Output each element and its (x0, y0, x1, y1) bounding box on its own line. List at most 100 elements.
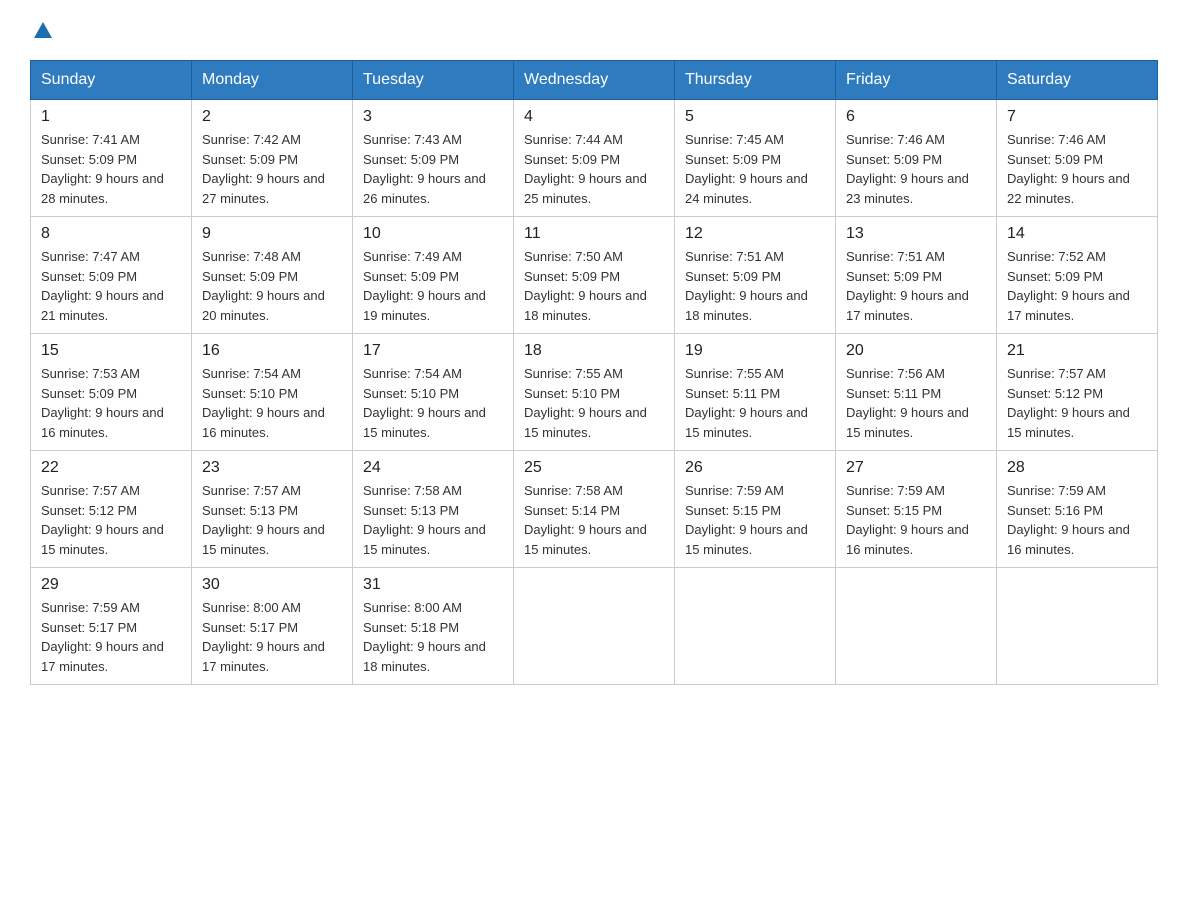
calendar-cell: 11 Sunrise: 7:50 AMSunset: 5:09 PMDayligh… (514, 217, 675, 334)
calendar-cell (675, 568, 836, 685)
calendar-header-wednesday: Wednesday (514, 61, 675, 100)
calendar-cell: 2 Sunrise: 7:42 AMSunset: 5:09 PMDaylight… (192, 100, 353, 217)
calendar-cell: 25 Sunrise: 7:58 AMSunset: 5:14 PMDayligh… (514, 451, 675, 568)
calendar-cell: 5Sunrise: 7:45 AMSunset: 5:09 PMDaylight… (675, 100, 836, 217)
day-number: 1 (41, 108, 181, 126)
day-info: Sunrise: 7:50 AMSunset: 5:09 PMDaylight:… (524, 247, 664, 325)
calendar-cell: 19 Sunrise: 7:55 AMSunset: 5:11 PMDayligh… (675, 334, 836, 451)
calendar-cell: 22 Sunrise: 7:57 AMSunset: 5:12 PMDayligh… (31, 451, 192, 568)
day-info: Sunrise: 7:43 AMSunset: 5:09 PMDaylight:… (363, 130, 503, 208)
day-number: 10 (363, 225, 503, 243)
calendar-cell (836, 568, 997, 685)
calendar-cell: 16 Sunrise: 7:54 AMSunset: 5:10 PMDayligh… (192, 334, 353, 451)
calendar-week-row: 8Sunrise: 7:47 AMSunset: 5:09 PMDaylight… (31, 217, 1158, 334)
day-info: Sunrise: 8:00 AMSunset: 5:18 PMDaylight:… (363, 598, 503, 676)
calendar-cell: 14 Sunrise: 7:52 AMSunset: 5:09 PMDayligh… (997, 217, 1158, 334)
calendar-cell: 3 Sunrise: 7:43 AMSunset: 5:09 PMDaylight… (353, 100, 514, 217)
day-info: Sunrise: 7:58 AMSunset: 5:14 PMDaylight:… (524, 481, 664, 559)
day-number: 25 (524, 459, 664, 477)
day-info: Sunrise: 7:54 AMSunset: 5:10 PMDaylight:… (202, 364, 342, 442)
calendar-cell: 4Sunrise: 7:44 AMSunset: 5:09 PMDaylight… (514, 100, 675, 217)
calendar-header-monday: Monday (192, 61, 353, 100)
day-info: Sunrise: 7:58 AMSunset: 5:13 PMDaylight:… (363, 481, 503, 559)
day-number: 12 (685, 225, 825, 243)
day-number: 5 (685, 108, 825, 126)
calendar-header-thursday: Thursday (675, 61, 836, 100)
day-number: 9 (202, 225, 342, 243)
day-info: Sunrise: 7:54 AMSunset: 5:10 PMDaylight:… (363, 364, 503, 442)
day-number: 31 (363, 576, 503, 594)
calendar-cell: 21 Sunrise: 7:57 AMSunset: 5:12 PMDayligh… (997, 334, 1158, 451)
calendar-cell: 12 Sunrise: 7:51 AMSunset: 5:09 PMDayligh… (675, 217, 836, 334)
calendar-header-row: SundayMondayTuesdayWednesdayThursdayFrid… (31, 61, 1158, 100)
logo-flag-icon (32, 20, 54, 42)
day-number: 3 (363, 108, 503, 126)
day-number: 17 (363, 342, 503, 360)
day-info: Sunrise: 7:44 AMSunset: 5:09 PMDaylight:… (524, 130, 664, 208)
calendar-cell: 13 Sunrise: 7:51 AMSunset: 5:09 PMDayligh… (836, 217, 997, 334)
day-number: 19 (685, 342, 825, 360)
day-number: 11 (524, 225, 664, 243)
day-info: Sunrise: 7:59 AMSunset: 5:16 PMDaylight:… (1007, 481, 1147, 559)
day-number: 29 (41, 576, 181, 594)
day-info: Sunrise: 7:57 AMSunset: 5:12 PMDaylight:… (1007, 364, 1147, 442)
day-info: Sunrise: 7:53 AMSunset: 5:09 PMDaylight:… (41, 364, 181, 442)
day-info: Sunrise: 7:49 AMSunset: 5:09 PMDaylight:… (363, 247, 503, 325)
calendar-cell: 7Sunrise: 7:46 AMSunset: 5:09 PMDaylight… (997, 100, 1158, 217)
day-number: 6 (846, 108, 986, 126)
day-info: Sunrise: 7:42 AMSunset: 5:09 PMDaylight:… (202, 130, 342, 208)
calendar-header-sunday: Sunday (31, 61, 192, 100)
day-info: Sunrise: 7:51 AMSunset: 5:09 PMDaylight:… (685, 247, 825, 325)
day-number: 13 (846, 225, 986, 243)
calendar-table: SundayMondayTuesdayWednesdayThursdayFrid… (30, 60, 1158, 685)
day-number: 15 (41, 342, 181, 360)
day-number: 2 (202, 108, 342, 126)
calendar-week-row: 1Sunrise: 7:41 AMSunset: 5:09 PMDaylight… (31, 100, 1158, 217)
day-number: 28 (1007, 459, 1147, 477)
calendar-cell: 24 Sunrise: 7:58 AMSunset: 5:13 PMDayligh… (353, 451, 514, 568)
day-info: Sunrise: 7:48 AMSunset: 5:09 PMDaylight:… (202, 247, 342, 325)
day-number: 8 (41, 225, 181, 243)
calendar-cell (997, 568, 1158, 685)
day-info: Sunrise: 8:00 AMSunset: 5:17 PMDaylight:… (202, 598, 342, 676)
calendar-week-row: 22 Sunrise: 7:57 AMSunset: 5:12 PMDayligh… (31, 451, 1158, 568)
calendar-cell: 15 Sunrise: 7:53 AMSunset: 5:09 PMDayligh… (31, 334, 192, 451)
day-info: Sunrise: 7:52 AMSunset: 5:09 PMDaylight:… (1007, 247, 1147, 325)
page-header (30, 20, 1158, 40)
calendar-cell: 20 Sunrise: 7:56 AMSunset: 5:11 PMDayligh… (836, 334, 997, 451)
calendar-cell: 8Sunrise: 7:47 AMSunset: 5:09 PMDaylight… (31, 217, 192, 334)
calendar-header-friday: Friday (836, 61, 997, 100)
logo (30, 20, 54, 40)
day-number: 30 (202, 576, 342, 594)
day-number: 16 (202, 342, 342, 360)
day-info: Sunrise: 7:59 AMSunset: 5:15 PMDaylight:… (846, 481, 986, 559)
day-info: Sunrise: 7:57 AMSunset: 5:12 PMDaylight:… (41, 481, 181, 559)
calendar-cell: 1Sunrise: 7:41 AMSunset: 5:09 PMDaylight… (31, 100, 192, 217)
calendar-cell: 31 Sunrise: 8:00 AMSunset: 5:18 PMDayligh… (353, 568, 514, 685)
day-info: Sunrise: 7:59 AMSunset: 5:17 PMDaylight:… (41, 598, 181, 676)
calendar-cell: 6Sunrise: 7:46 AMSunset: 5:09 PMDaylight… (836, 100, 997, 217)
calendar-cell: 17 Sunrise: 7:54 AMSunset: 5:10 PMDayligh… (353, 334, 514, 451)
day-number: 24 (363, 459, 503, 477)
calendar-cell (514, 568, 675, 685)
day-number: 21 (1007, 342, 1147, 360)
day-number: 18 (524, 342, 664, 360)
calendar-cell: 27 Sunrise: 7:59 AMSunset: 5:15 PMDayligh… (836, 451, 997, 568)
day-number: 27 (846, 459, 986, 477)
day-info: Sunrise: 7:59 AMSunset: 5:15 PMDaylight:… (685, 481, 825, 559)
day-number: 14 (1007, 225, 1147, 243)
day-info: Sunrise: 7:51 AMSunset: 5:09 PMDaylight:… (846, 247, 986, 325)
calendar-cell: 10 Sunrise: 7:49 AMSunset: 5:09 PMDayligh… (353, 217, 514, 334)
day-info: Sunrise: 7:56 AMSunset: 5:11 PMDaylight:… (846, 364, 986, 442)
day-info: Sunrise: 7:57 AMSunset: 5:13 PMDaylight:… (202, 481, 342, 559)
calendar-cell: 26 Sunrise: 7:59 AMSunset: 5:15 PMDayligh… (675, 451, 836, 568)
day-number: 26 (685, 459, 825, 477)
calendar-header-saturday: Saturday (997, 61, 1158, 100)
day-info: Sunrise: 7:55 AMSunset: 5:11 PMDaylight:… (685, 364, 825, 442)
calendar-cell: 18Sunrise: 7:55 AMSunset: 5:10 PMDayligh… (514, 334, 675, 451)
calendar-cell: 30 Sunrise: 8:00 AMSunset: 5:17 PMDayligh… (192, 568, 353, 685)
day-number: 7 (1007, 108, 1147, 126)
day-number: 20 (846, 342, 986, 360)
day-number: 22 (41, 459, 181, 477)
calendar-cell: 9 Sunrise: 7:48 AMSunset: 5:09 PMDaylight… (192, 217, 353, 334)
